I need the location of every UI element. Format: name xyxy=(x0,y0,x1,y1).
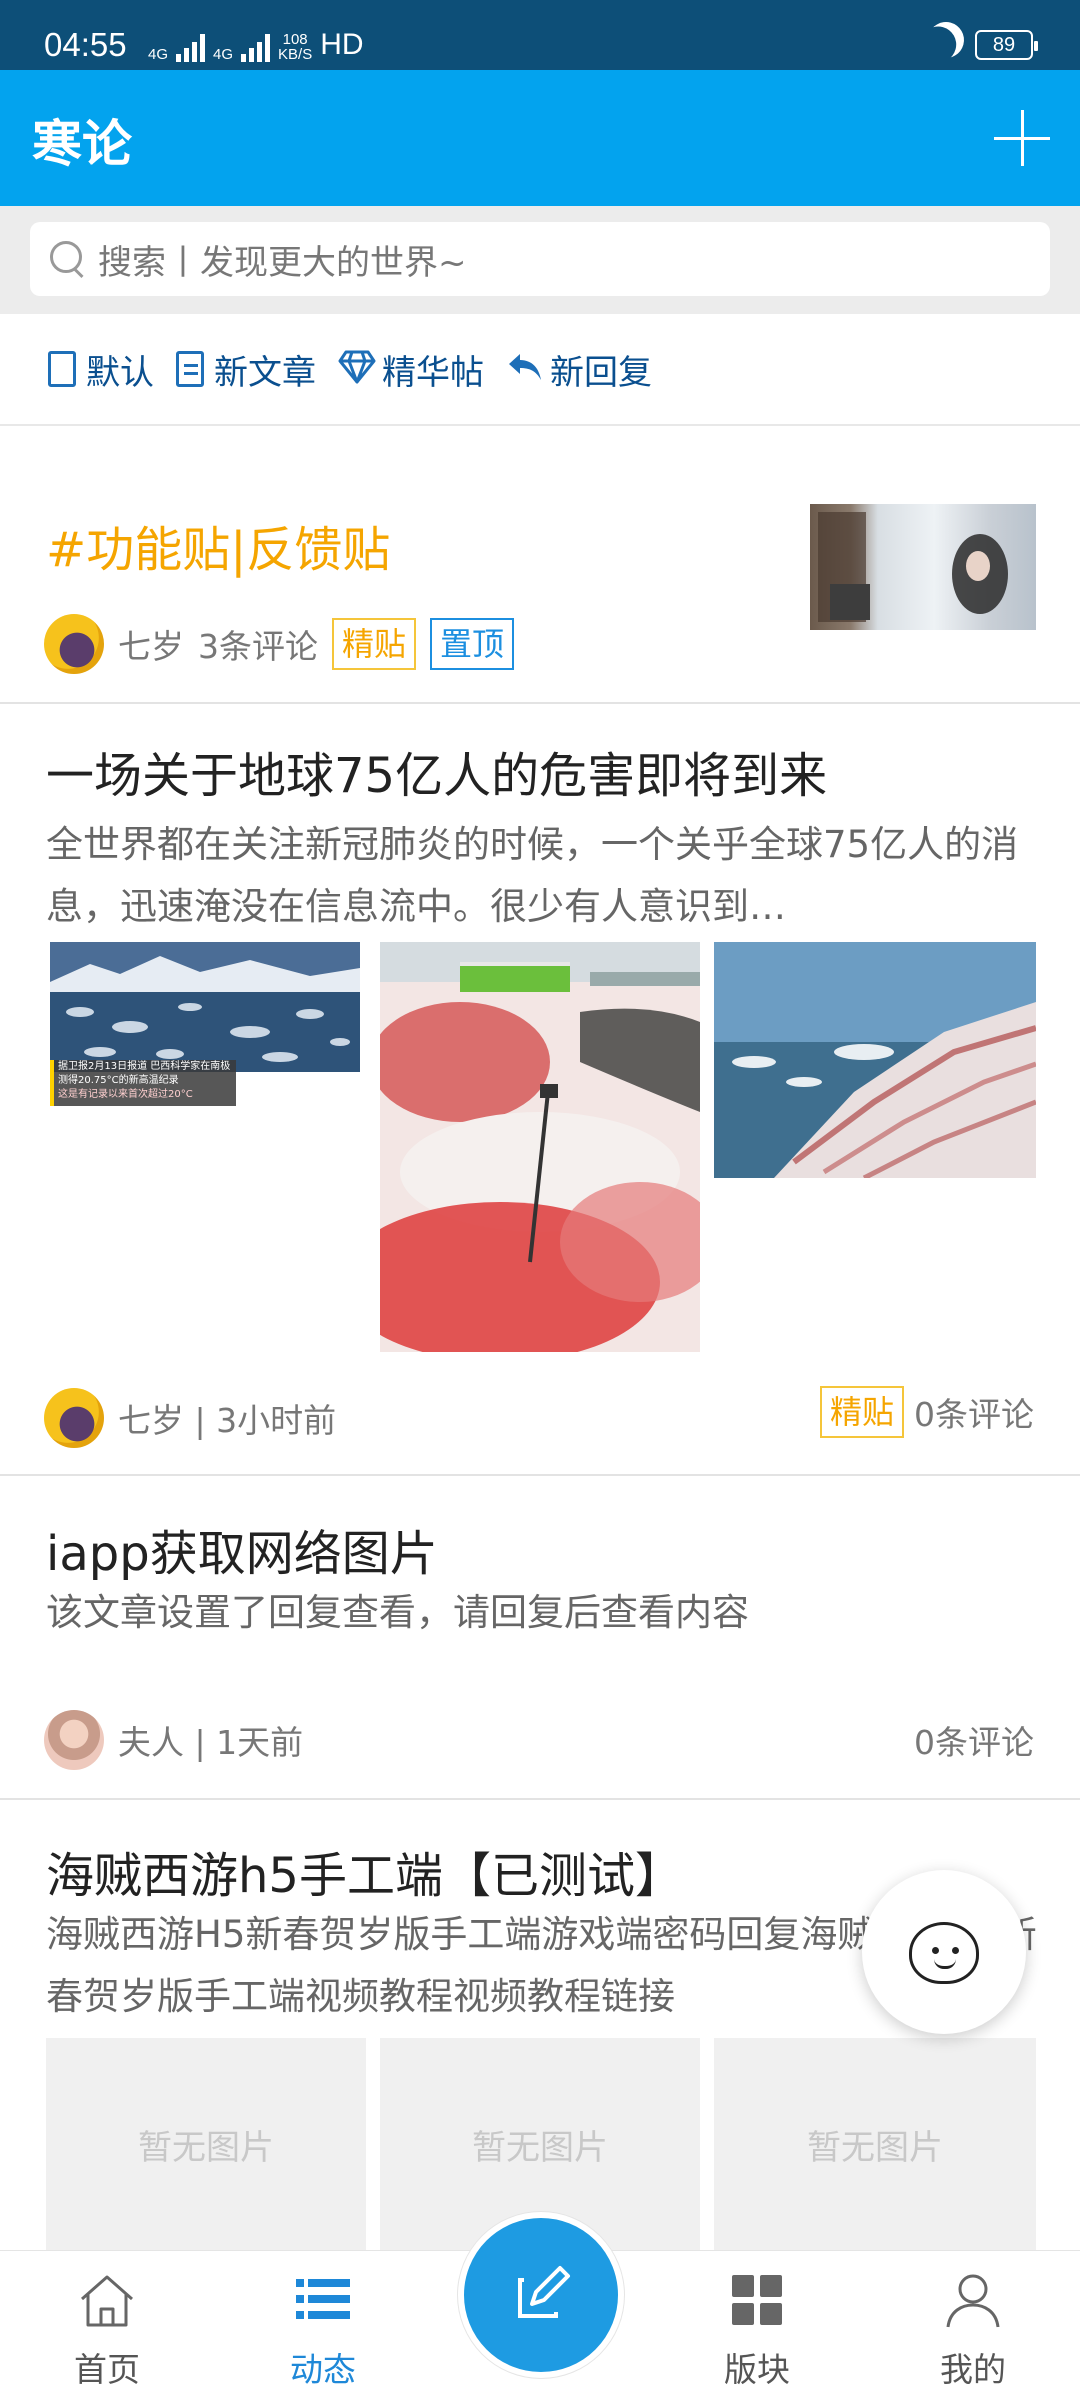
moon-icon xyxy=(921,15,970,64)
search-icon xyxy=(46,239,86,279)
network-indicators: 4G 4G 108 KB/S HD xyxy=(148,28,364,63)
compose-button[interactable] xyxy=(458,2212,624,2378)
post-title: 海贼西游h5手工端【已测试】 xyxy=(46,1848,683,1904)
diamond-icon xyxy=(338,350,376,388)
document-icon xyxy=(48,351,76,387)
post-card[interactable]: 一场关于地球75亿人的危害即将到来 全世界都在关注新冠肺炎的时候，一个关乎全球7… xyxy=(0,706,1080,1476)
assistant-button[interactable] xyxy=(862,1870,1026,2034)
page-title: 寒论 xyxy=(32,115,132,173)
image-placeholder: 暂无图片 xyxy=(46,2038,366,2250)
avatar[interactable] xyxy=(44,1710,104,1770)
compose-icon xyxy=(518,2266,570,2318)
reply-icon xyxy=(506,350,541,388)
status-bar: 04:55 4G 4G 108 KB/S HD 89 xyxy=(0,0,1080,70)
avatar[interactable] xyxy=(44,1388,104,1448)
avatar[interactable] xyxy=(44,614,104,674)
nav-profile[interactable]: 我的 xyxy=(898,2251,1048,2401)
home-icon xyxy=(81,2275,133,2327)
network-speed: 108 KB/S xyxy=(278,31,313,63)
post-meta: 七岁 | 3小时前 xyxy=(44,1388,336,1448)
post-meta-right: 精贴 0条评论 xyxy=(819,1386,1034,1438)
comment-count: 3条评论 xyxy=(198,627,318,666)
image-caption: 据卫报2月13日报道 巴西科学家在南极 测得20.75°C的新高温纪录 这是有记… xyxy=(58,1061,231,1100)
filter-bar: 默认 新文章 精华帖 新回复 xyxy=(0,314,1080,426)
post-image xyxy=(714,942,1036,1178)
search-area: 搜索丨发现更大的世界~ xyxy=(0,206,1080,314)
post-image: 据卫报2月13日报道 巴西科学家在南极 测得20.75°C的新高温纪录 这是有记… xyxy=(50,942,360,1122)
nav-boards[interactable]: 版块 xyxy=(682,2251,832,2401)
post-title: iapp获取网络图片 xyxy=(46,1526,438,1582)
post-excerpt: 全世界都在关注新冠肺炎的时候，一个关乎全球75亿人的消息，迅速淹没在信息流中。很… xyxy=(46,823,1019,928)
grid-icon xyxy=(732,2275,782,2325)
featured-badge: 精贴 xyxy=(819,1386,904,1438)
face-icon xyxy=(909,1922,979,1984)
list-icon xyxy=(296,2279,350,2319)
post-thumbnail xyxy=(810,504,1036,630)
comment-count: 0条评论 xyxy=(914,1723,1034,1762)
author-time: 七岁 | 3小时前 xyxy=(118,1401,337,1440)
featured-badge: 精贴 xyxy=(332,618,417,670)
filter-new-article[interactable]: 新文章 xyxy=(176,345,316,394)
signal-icon xyxy=(176,32,206,62)
filter-new-reply[interactable]: 新回复 xyxy=(506,345,652,394)
post-card[interactable]: #功能贴|反馈贴 七岁 3条评论 精贴 置顶 xyxy=(0,426,1080,704)
user-icon xyxy=(946,2274,1000,2328)
image-placeholder: 暂无图片 xyxy=(714,2038,1036,2250)
post-title: 一场关于地球75亿人的危害即将到来 xyxy=(46,748,828,804)
app-header: 寒论 xyxy=(0,70,1080,206)
battery-icon: 89 xyxy=(975,30,1038,60)
post-meta: 七岁 3条评论 精贴 置顶 xyxy=(44,614,515,674)
nav-feed[interactable]: 动态 xyxy=(248,2251,398,2401)
author-name: 七岁 xyxy=(118,627,184,666)
author-time: 夫人 | 1天前 xyxy=(118,1723,304,1762)
new-document-icon xyxy=(176,351,204,387)
post-meta: 夫人 | 1天前 xyxy=(44,1710,303,1770)
nav-home[interactable]: 首页 xyxy=(32,2251,182,2401)
post-title: #功能贴|反馈贴 xyxy=(46,522,391,578)
comment-count: 0条评论 xyxy=(914,1395,1034,1434)
post-excerpt: 该文章设置了回复查看，请回复后查看内容 xyxy=(46,1591,749,1634)
search-input[interactable]: 搜索丨发现更大的世界~ xyxy=(30,222,1050,296)
post-image xyxy=(380,942,700,1352)
filter-default[interactable]: 默认 xyxy=(48,345,154,394)
post-card[interactable]: iapp获取网络图片 该文章设置了回复查看，请回复后查看内容 夫人 | 1天前 … xyxy=(0,1478,1080,1800)
pinned-badge: 置顶 xyxy=(430,618,515,670)
post-meta-right: 0条评论 xyxy=(914,1716,1034,1764)
signal-icon xyxy=(241,32,271,62)
filter-featured[interactable]: 精华帖 xyxy=(338,345,484,394)
status-time: 04:55 xyxy=(44,26,127,63)
